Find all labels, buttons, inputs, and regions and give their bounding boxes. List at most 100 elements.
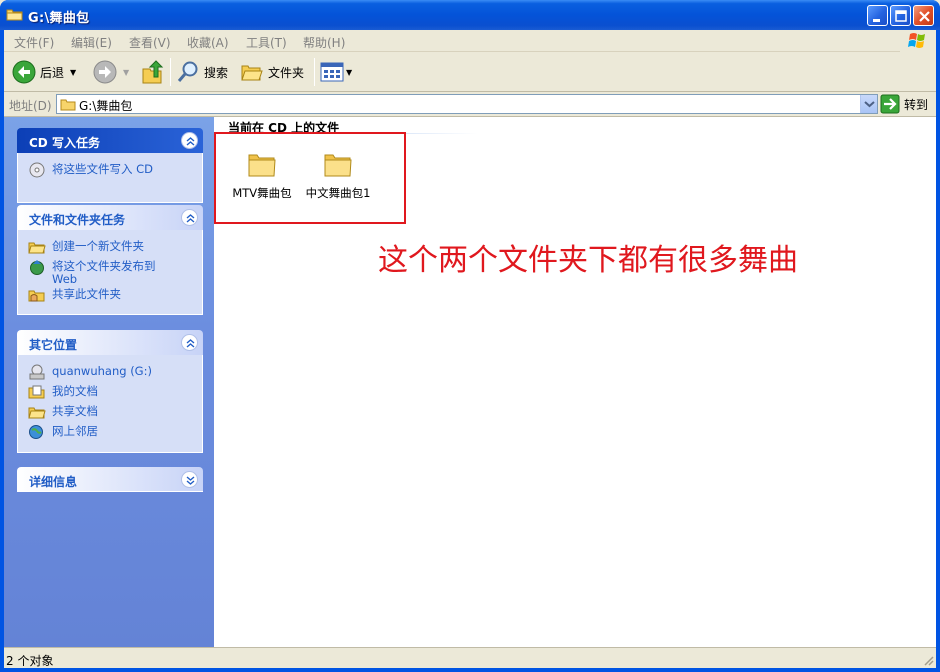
back-arrow-icon [12,60,36,84]
chevron-down-icon [864,101,875,108]
share-folder-icon [28,290,45,302]
details-header[interactable]: 详细信息 [17,467,203,492]
place-label: 网上邻居 [52,424,98,438]
address-bar: 地址(D) G:\舞曲包 转到 [4,92,936,117]
folders-button[interactable]: 文件夹 [240,58,304,86]
go-button[interactable]: 转到 [880,94,936,114]
menu-favorites[interactable]: 收藏(A) [187,34,229,51]
network-places-icon [29,425,43,439]
other-places-header[interactable]: 其它位置 [17,330,203,355]
views-dropdown-icon[interactable]: ▼ [346,68,352,77]
annotation-highlight-box [214,132,406,224]
file-tasks-header[interactable]: 文件和文件夹任务 [17,205,203,230]
windows-flag-icon [908,33,925,48]
place-label: 我的文档 [52,384,98,398]
task-publish-web[interactable]: 将这个文件夹发布到 Web [18,258,202,286]
back-button[interactable]: 后退 ▼ [12,58,76,86]
chevron-down-icon [186,476,195,485]
shared-documents-icon [28,407,46,419]
title-bar[interactable]: G:\舞曲包 [0,0,940,30]
menu-view[interactable]: 查看(V) [129,34,171,51]
other-places-title: 其它位置 [29,338,78,352]
views-button[interactable]: ▼ [320,58,352,86]
cd-tasks-header[interactable]: CD 写入任务 [17,128,203,153]
task-new-folder[interactable]: 创建一个新文件夹 [18,238,202,258]
maximize-button[interactable] [890,5,911,26]
windows-logo [900,30,936,52]
place-drive-g[interactable]: quanwuhang (G:) [18,363,202,383]
my-documents-icon [28,385,45,399]
search-button[interactable]: 搜索 [176,58,228,86]
toolbar-separator [170,58,171,86]
place-network[interactable]: 网上邻居 [18,423,202,443]
details-panel: 详细信息 [17,467,203,492]
chevron-up-icon [186,339,195,348]
search-icon [177,61,198,82]
file-tasks-title: 文件和文件夹任务 [29,213,126,227]
task-label: 共享此文件夹 [52,287,121,301]
up-folder-button[interactable] [141,58,165,86]
maximize-icon [895,10,907,22]
task-share-folder[interactable]: 共享此文件夹 [18,286,202,306]
task-label: 创建一个新文件夹 [52,239,144,253]
forward-dropdown-icon[interactable]: ▼ [123,68,129,77]
menu-file[interactable]: 文件(F) [14,34,54,51]
menu-edit[interactable]: 编辑(E) [71,34,112,51]
publish-web-icon [30,260,44,275]
place-label: 共享文档 [52,404,98,418]
task-pane: CD 写入任务 将这些文件写入 CD 文件和文件夹任务 创建一个新文件夹 将这个… [4,117,214,647]
views-icon [320,62,344,82]
folders-icon [241,65,263,81]
address-dropdown[interactable] [860,95,877,113]
minimize-icon [873,19,880,22]
cd-tasks-panel: CD 写入任务 将这些文件写入 CD [17,128,203,203]
file-tasks-body: 创建一个新文件夹 将这个文件夹发布到 Web 共享此文件夹 [17,230,203,315]
resize-grip-icon[interactable] [922,654,934,666]
window-title: G:\舞曲包 [28,11,90,26]
file-list-area[interactable]: 当前在 CD 上的文件 MTV舞曲包 中文舞曲包1 这个两个文件夹下都有很多舞曲 [214,117,936,647]
other-places-panel: 其它位置 quanwuhang (G:) 我的文档 共享文档 网上邻居 [17,330,203,453]
forward-button[interactable]: ▼ [93,58,129,86]
cd-tasks-body: 将这些文件写入 CD [17,153,203,203]
place-shared-documents[interactable]: 共享文档 [18,403,202,423]
toolbar-separator [314,58,315,86]
address-input[interactable]: G:\舞曲包 [56,94,878,114]
task-label: 将这个文件夹发布到 Web [52,259,156,286]
new-folder-icon [28,242,46,254]
close-icon [919,11,930,22]
menu-tools[interactable]: 工具(T) [246,34,287,51]
standard-toolbar: 后退 ▼ ▼ 搜索 文件夹 ▼ [4,52,936,92]
status-text: 2 个对象 [6,654,54,668]
folders-label: 文件夹 [268,65,305,80]
expand-button[interactable] [181,471,198,488]
up-folder-icon [142,60,164,84]
details-title: 详细信息 [29,475,78,489]
menu-help[interactable]: 帮助(H) [303,34,345,51]
menu-bar: 文件(F) 编辑(E) 查看(V) 收藏(A) 工具(T) 帮助(H) [4,30,936,52]
explorer-window: G:\舞曲包 文件(F) 编辑(E) 查看(V) 收藏(A) 工具(T) 帮助(… [0,0,940,672]
go-label: 转到 [904,97,929,112]
collapse-button[interactable] [181,209,198,226]
other-places-body: quanwuhang (G:) 我的文档 共享文档 网上邻居 [17,355,203,453]
task-label: 将这些文件写入 CD [52,162,154,176]
task-write-cd[interactable]: 将这些文件写入 CD [18,161,202,181]
search-label: 搜索 [204,65,229,80]
cd-drive-icon [29,364,45,380]
folder-icon [60,99,76,111]
back-dropdown-icon[interactable]: ▼ [70,68,76,77]
minimize-button[interactable] [867,5,888,26]
file-tasks-panel: 文件和文件夹任务 创建一个新文件夹 将这个文件夹发布到 Web 共享此文件夹 [17,205,203,315]
status-bar: 2 个对象 [4,647,936,668]
chevron-up-icon [186,137,195,146]
close-button[interactable] [913,5,934,26]
go-arrow-icon [880,94,900,114]
collapse-button[interactable] [181,334,198,351]
cd-tasks-title: CD 写入任务 [29,136,100,150]
chevron-up-icon [186,214,195,223]
collapse-button[interactable] [181,132,198,149]
place-my-documents[interactable]: 我的文档 [18,383,202,403]
annotation-text: 这个两个文件夹下都有很多舞曲 [378,243,798,278]
place-label: quanwuhang (G:) [52,364,152,378]
cd-burn-icon [29,162,45,178]
forward-arrow-icon [93,60,117,84]
